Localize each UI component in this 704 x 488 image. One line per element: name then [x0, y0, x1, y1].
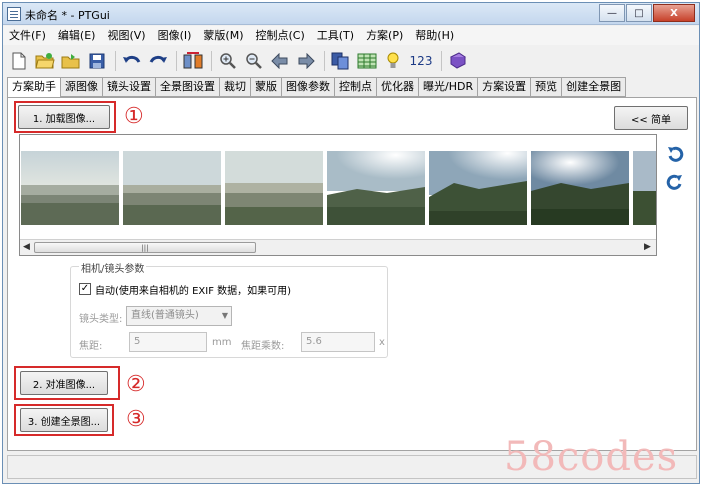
tab-project-assistant[interactable]: 方案助手 [7, 77, 61, 98]
undo-icon[interactable] [120, 49, 144, 73]
app-window: 未命名 * - PTGui — □ X 文件(F) 编辑(E) 视图(V) 图像… [2, 2, 700, 484]
batch-book-icon[interactable] [446, 49, 470, 73]
lens-type-label: 镜头类型: [79, 314, 123, 325]
rotate-left-icon[interactable] [666, 146, 684, 164]
toolbar: 123 [3, 47, 699, 75]
image-thumbnail[interactable] [123, 151, 221, 225]
new-file-icon[interactable] [7, 49, 31, 73]
tab-optimizer[interactable]: 优化器 [377, 77, 419, 97]
tab-project-settings[interactable]: 方案设置 [478, 77, 532, 97]
menu-project[interactable]: 方案(P) [360, 26, 409, 45]
toolbar-separator [176, 51, 177, 71]
scrollbar-thumb[interactable]: ||| [34, 242, 256, 253]
maximize-button[interactable]: □ [626, 4, 652, 22]
annotation-2: ② [126, 372, 146, 397]
lightbulb-icon[interactable] [381, 49, 405, 73]
simple-mode-button[interactable]: << 简单 [614, 106, 688, 130]
minimize-button[interactable]: — [599, 4, 625, 22]
arrow-right-icon[interactable] [294, 49, 318, 73]
toolbar-separator [211, 51, 212, 71]
menu-control-points[interactable]: 控制点(C) [249, 26, 310, 45]
menu-edit[interactable]: 编辑(E) [52, 26, 102, 45]
create-panorama-button[interactable]: 3. 创建全景图... [20, 408, 108, 432]
window-controls: — □ X [598, 4, 695, 22]
camera-lens-parameters-group: 相机/镜头参数 ✓ 自动(使用来自相机的 EXIF 数据，如果可用) 镜头类型:… [70, 260, 388, 358]
tab-create-panorama[interactable]: 创建全景图 [562, 77, 627, 97]
title-bar[interactable]: 未命名 * - PTGui — □ X [3, 3, 699, 25]
tab-crop[interactable]: 裁切 [220, 77, 251, 97]
focal-length-unit: mm [212, 337, 232, 348]
tab-source-images[interactable]: 源图像 [61, 77, 103, 97]
tab-image-parameters[interactable]: 图像参数 [282, 77, 335, 97]
focal-length-label: 焦距: [79, 341, 103, 352]
close-button[interactable]: X [653, 4, 695, 22]
crop-factor-unit: x [379, 337, 385, 348]
image-thumbnail-strip: ◀ ||| ▶ [19, 134, 657, 256]
menu-view[interactable]: 视图(V) [101, 26, 151, 45]
crop-factor-label: 焦距乘数: [241, 341, 285, 352]
align-images-button[interactable]: 2. 对准图像... [20, 371, 108, 395]
open-recent-icon[interactable] [59, 49, 83, 73]
arrow-left-icon[interactable] [268, 49, 292, 73]
zoom-out-icon[interactable] [242, 49, 266, 73]
menu-help[interactable]: 帮助(H) [409, 26, 460, 45]
scroll-right-arrow-icon[interactable]: ▶ [644, 242, 651, 252]
focal-length-input[interactable]: 5 [129, 332, 207, 352]
annotation-3: ③ [126, 407, 146, 432]
chevron-down-icon: ▼ [221, 311, 228, 320]
panorama-editor-icon[interactable] [329, 49, 353, 73]
menu-file[interactable]: 文件(F) [3, 26, 52, 45]
tab-panorama-settings[interactable]: 全景图设置 [156, 77, 220, 97]
menu-bar: 文件(F) 编辑(E) 视图(V) 图像(I) 蒙版(M) 控制点(C) 工具(… [3, 26, 699, 45]
tab-lens-settings[interactable]: 镜头设置 [103, 77, 156, 97]
image-thumbnail[interactable] [327, 151, 425, 225]
menu-images[interactable]: 图像(I) [152, 26, 198, 45]
toolbar-separator [324, 51, 325, 71]
image-thumbnail[interactable] [633, 151, 656, 225]
horizontal-scrollbar[interactable]: ◀ ||| ▶ [20, 239, 656, 255]
menu-mask[interactable]: 蒙版(M) [197, 26, 249, 45]
image-thumbnail[interactable] [225, 151, 323, 225]
save-icon[interactable] [85, 49, 109, 73]
control-points-icon[interactable] [181, 49, 205, 73]
tab-strip: 方案助手 源图像 镜头设置 全景图设置 裁切 蒙版 图像参数 控制点 优化器 曝… [7, 77, 627, 98]
load-images-button[interactable]: 1. 加载图像... [18, 105, 110, 129]
rotate-right-icon[interactable] [666, 174, 684, 192]
lens-type-value: 直线(普通镜头) [131, 310, 199, 321]
group-title: 相机/镜头参数 [79, 260, 147, 275]
open-folder-icon[interactable] [33, 49, 57, 73]
lens-type-select[interactable]: 直线(普通镜头) ▼ [126, 306, 232, 326]
annotation-1: ① [124, 104, 144, 129]
auto-exif-label: 自动(使用来自相机的 EXIF 数据，如果可用) [95, 286, 292, 297]
menu-tools[interactable]: 工具(T) [311, 26, 360, 45]
app-icon [7, 7, 21, 21]
numbering-icon[interactable]: 123 [407, 49, 435, 73]
tab-preview[interactable]: 预览 [531, 77, 563, 97]
toolbar-separator [441, 51, 442, 71]
tab-control-points[interactable]: 控制点 [335, 77, 377, 97]
image-thumbnail[interactable] [531, 151, 629, 225]
project-assistant-panel: 1. 加载图像... ① << 简单 ◀ ||| ▶ 相机/镜头参数 ✓ 自动(… [7, 97, 697, 451]
image-thumbnail[interactable] [429, 151, 527, 225]
crop-factor-input[interactable]: 5.6 [301, 332, 375, 352]
toolbar-separator [115, 51, 116, 71]
tab-exposure-hdr[interactable]: 曝光/HDR [419, 77, 479, 97]
table-icon[interactable] [355, 49, 379, 73]
redo-icon[interactable] [146, 49, 170, 73]
zoom-in-icon[interactable] [216, 49, 240, 73]
tab-mask[interactable]: 蒙版 [251, 77, 282, 97]
window-title: 未命名 * - PTGui [25, 9, 110, 22]
watermark: 58codes [504, 434, 679, 480]
scroll-left-arrow-icon[interactable]: ◀ [23, 242, 30, 252]
auto-exif-checkbox[interactable]: ✓ [79, 283, 91, 295]
image-thumbnail[interactable] [21, 151, 119, 225]
